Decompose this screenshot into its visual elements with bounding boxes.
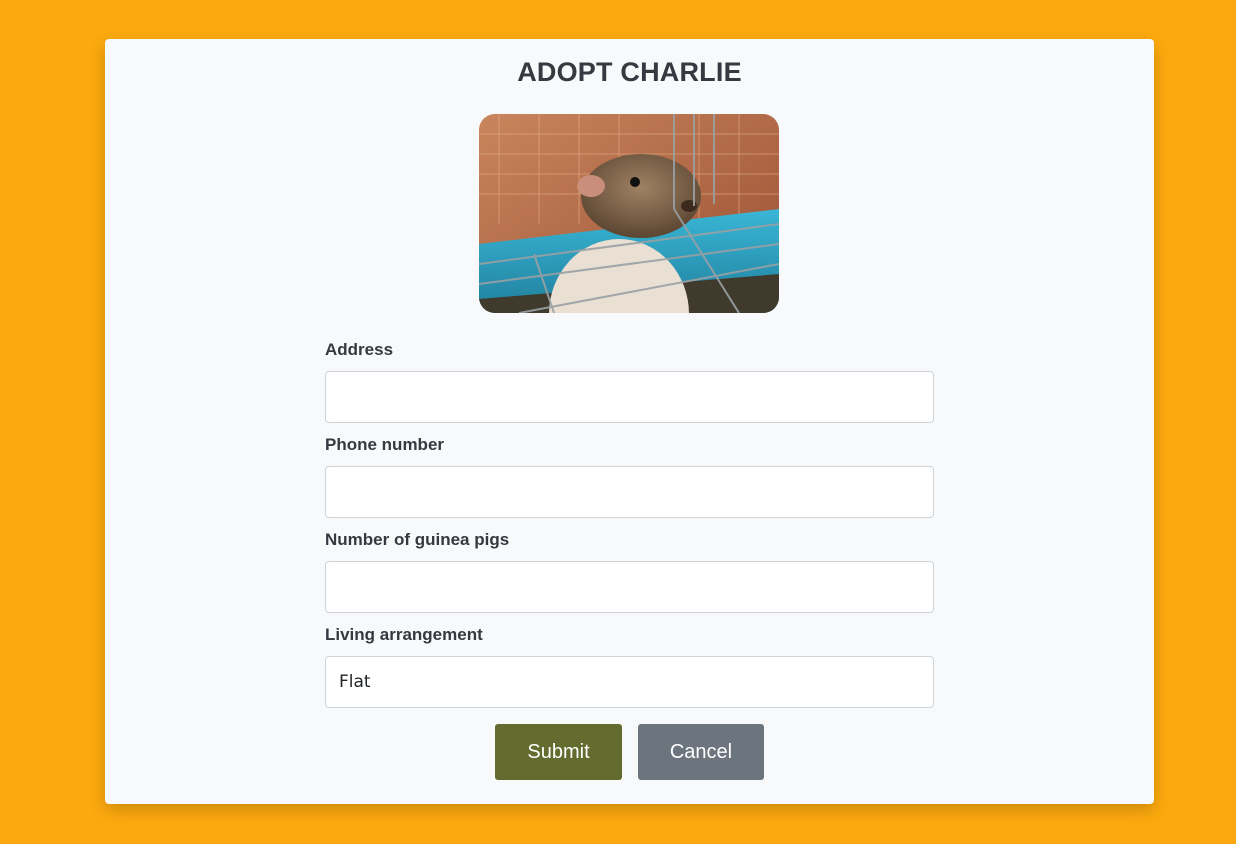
submit-button[interactable]: Submit (495, 724, 622, 780)
phone-field-group: Phone number (325, 432, 934, 527)
guinea-pig-count-field-group: Number of guinea pigs (325, 527, 934, 622)
guinea-pig-count-input[interactable] (325, 561, 934, 613)
address-label: Address (325, 340, 394, 359)
living-arrangement-field-group: Living arrangement (325, 622, 934, 717)
phone-label: Phone number (325, 435, 445, 454)
page-title: ADOPT CHARLIE (517, 57, 742, 87)
adoption-card: ADOPT CHARLIE Address Phone number Numbe… (105, 39, 1154, 804)
form-actions: Submit Cancel (495, 724, 764, 780)
address-field-group: Address (325, 337, 934, 432)
cancel-button[interactable]: Cancel (638, 724, 764, 780)
adoption-form: Address Phone number Number of guinea pi… (325, 337, 934, 717)
guinea-pig-count-label: Number of guinea pigs (325, 530, 510, 549)
guinea-pig-photo (479, 114, 779, 313)
address-input[interactable] (325, 371, 934, 423)
phone-input[interactable] (325, 466, 934, 518)
living-arrangement-label: Living arrangement (325, 625, 483, 644)
living-arrangement-input[interactable] (325, 656, 934, 708)
